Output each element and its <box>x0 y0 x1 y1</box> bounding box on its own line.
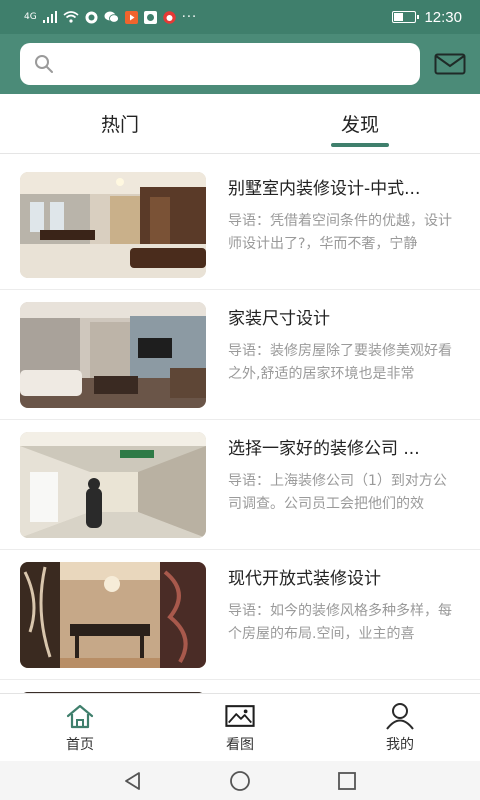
nav-profile[interactable]: 我的 <box>320 694 480 761</box>
category-tabs: 热门 发现 <box>0 94 480 154</box>
tab-hot-label: 热门 <box>100 114 139 136</box>
article-summary: 导语：凭借着空间条件的优越，设计师设计出了?，华而不奢，宁静 <box>228 213 452 252</box>
status-icons: 4G ··· <box>24 10 197 25</box>
article-title: 选择一家好的装修公司 ... <box>228 439 420 459</box>
article-title: 别墅室内装修设计-中式... <box>228 179 421 199</box>
nav-home-label: 首页 <box>66 736 94 753</box>
status-time: 12:30 <box>424 8 462 26</box>
message-button[interactable] <box>434 53 466 75</box>
home-icon <box>66 704 94 728</box>
back-icon[interactable] <box>123 771 143 791</box>
article-item[interactable]: 现代开放式装修设计 导语：如今的装修风格多种多样，每个房屋的布局.空间，业主的喜 <box>0 550 480 680</box>
browser-app-icon <box>85 11 98 23</box>
system-navigation-bar <box>0 761 480 800</box>
mail-icon <box>434 53 466 75</box>
recent-apps-icon[interactable] <box>337 771 357 791</box>
bottom-navigation: 首页 看图 我的 <box>0 693 480 761</box>
nav-home[interactable]: 首页 <box>0 694 160 761</box>
weibo-icon <box>163 10 176 24</box>
article-list: 别墅室内装修设计-中式... 导语：凭借着空间条件的优越，设计师设计出了?，华而… <box>0 160 480 693</box>
article-thumbnail <box>20 302 206 408</box>
battery-icon <box>392 11 420 23</box>
wifi-icon <box>63 11 79 23</box>
article-thumbnail <box>20 172 206 278</box>
tab-hot[interactable]: 热门 <box>0 94 240 153</box>
status-bar: 4G ··· 12:30 <box>0 0 480 34</box>
search-box[interactable] <box>20 43 420 85</box>
video-app-icon <box>124 10 138 24</box>
article-item[interactable] <box>0 680 480 693</box>
nav-profile-label: 我的 <box>386 736 414 753</box>
article-thumbnail <box>20 562 206 668</box>
article-summary: 导语：装修房屋除了要装修美观好看之外,舒适的居家环境也是非常 <box>228 343 452 382</box>
search-header <box>0 34 480 94</box>
article-summary: 导语：如今的装修风格多种多样，每个房屋的布局.空间，业主的喜 <box>228 603 452 642</box>
image-icon <box>225 704 255 727</box>
article-item[interactable]: 别墅室内装修设计-中式... 导语：凭借着空间条件的优越，设计师设计出了?，华而… <box>0 160 480 290</box>
article-item[interactable]: 家装尺寸设计 导语：装修房屋除了要装修美观好看之外,舒适的居家环境也是非常 <box>0 290 480 420</box>
signal-icon <box>42 11 57 23</box>
article-item[interactable]: 选择一家好的装修公司 ... 导语：上海装修公司（1）到对方公司调查。公司员工会… <box>0 420 480 550</box>
nav-gallery[interactable]: 看图 <box>160 694 320 761</box>
signal-label: 4G <box>24 12 37 22</box>
nav-gallery-label: 看图 <box>226 736 254 753</box>
music-app-icon <box>143 10 157 24</box>
article-thumbnail <box>20 432 206 538</box>
search-input[interactable] <box>62 46 420 82</box>
tab-discover-label: 发现 <box>340 114 379 136</box>
wechat-icon <box>104 11 119 23</box>
search-icon <box>35 55 53 73</box>
tab-discover[interactable]: 发现 <box>240 94 480 153</box>
home-circle-icon[interactable] <box>229 770 251 792</box>
article-title: 现代开放式装修设计 <box>228 569 381 589</box>
article-title: 家装尺寸设计 <box>228 309 330 329</box>
user-icon <box>386 702 414 730</box>
more-notifications-icon: ··· <box>181 9 198 25</box>
article-summary: 导语：上海装修公司（1）到对方公司调查。公司员工会把他们的效 <box>228 473 447 512</box>
